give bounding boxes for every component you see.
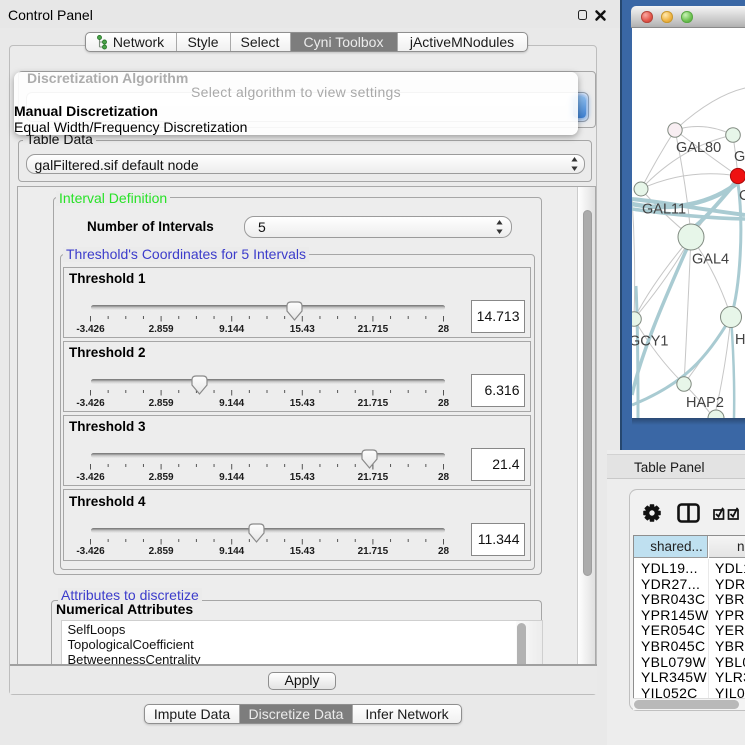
svg-text:H: H — [735, 332, 745, 348]
svg-text:C: C — [739, 188, 745, 204]
svg-text:HAP2: HAP2 — [686, 395, 724, 411]
svg-text:GAL4: GAL4 — [692, 252, 729, 268]
svg-text:GAL80: GAL80 — [676, 140, 721, 156]
svg-text:GCY1: GCY1 — [632, 334, 669, 350]
svg-text:GAL11: GAL11 — [642, 202, 686, 218]
svg-text:GA: GA — [734, 149, 745, 165]
